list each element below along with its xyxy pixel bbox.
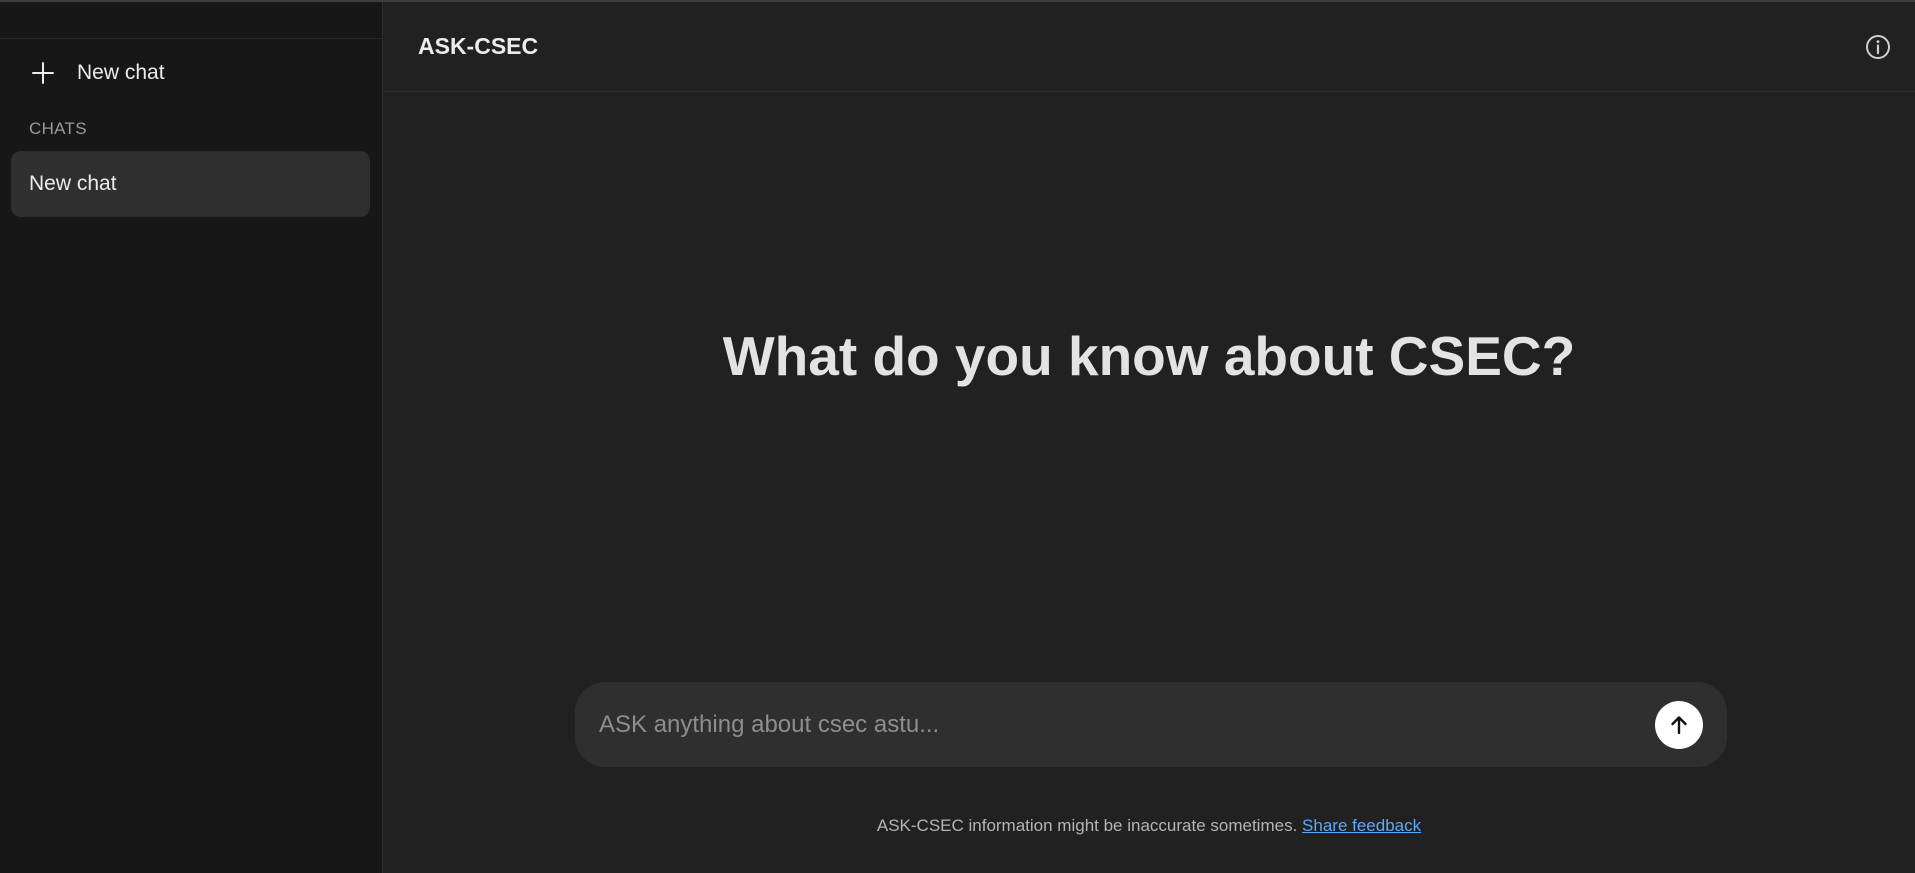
header: ASK-CSEC — [383, 2, 1915, 92]
new-chat-label: New chat — [77, 61, 165, 84]
new-chat-button[interactable]: New chat — [0, 39, 382, 107]
arrow-up-icon — [1671, 715, 1687, 734]
app-title: ASK-CSEC — [418, 33, 539, 59]
send-button[interactable] — [1655, 700, 1703, 749]
message-composer — [575, 682, 1727, 767]
hero-heading: What do you know about CSEC? — [722, 325, 1576, 387]
main-panel: ASK-CSEC What do you know about CSEC? AS… — [383, 2, 1915, 873]
app-window: New chat CHATS New chat ASK-CSEC What do… — [0, 0, 1915, 873]
share-feedback-link[interactable]: Share feedback — [1302, 816, 1421, 835]
info-circle-icon[interactable] — [1863, 32, 1893, 62]
message-input[interactable] — [599, 710, 1655, 739]
disclaimer-footer: ASK-CSEC information might be inaccurate… — [383, 816, 1915, 836]
sidebar-chat-item[interactable]: New chat — [11, 151, 370, 217]
sidebar: New chat CHATS New chat — [0, 2, 383, 873]
disclaimer-text: ASK-CSEC information might be inaccurate… — [876, 816, 1298, 835]
chats-section-label: CHATS — [29, 119, 87, 138]
sidebar-top-bar — [0, 2, 382, 39]
plus-icon — [29, 59, 57, 87]
